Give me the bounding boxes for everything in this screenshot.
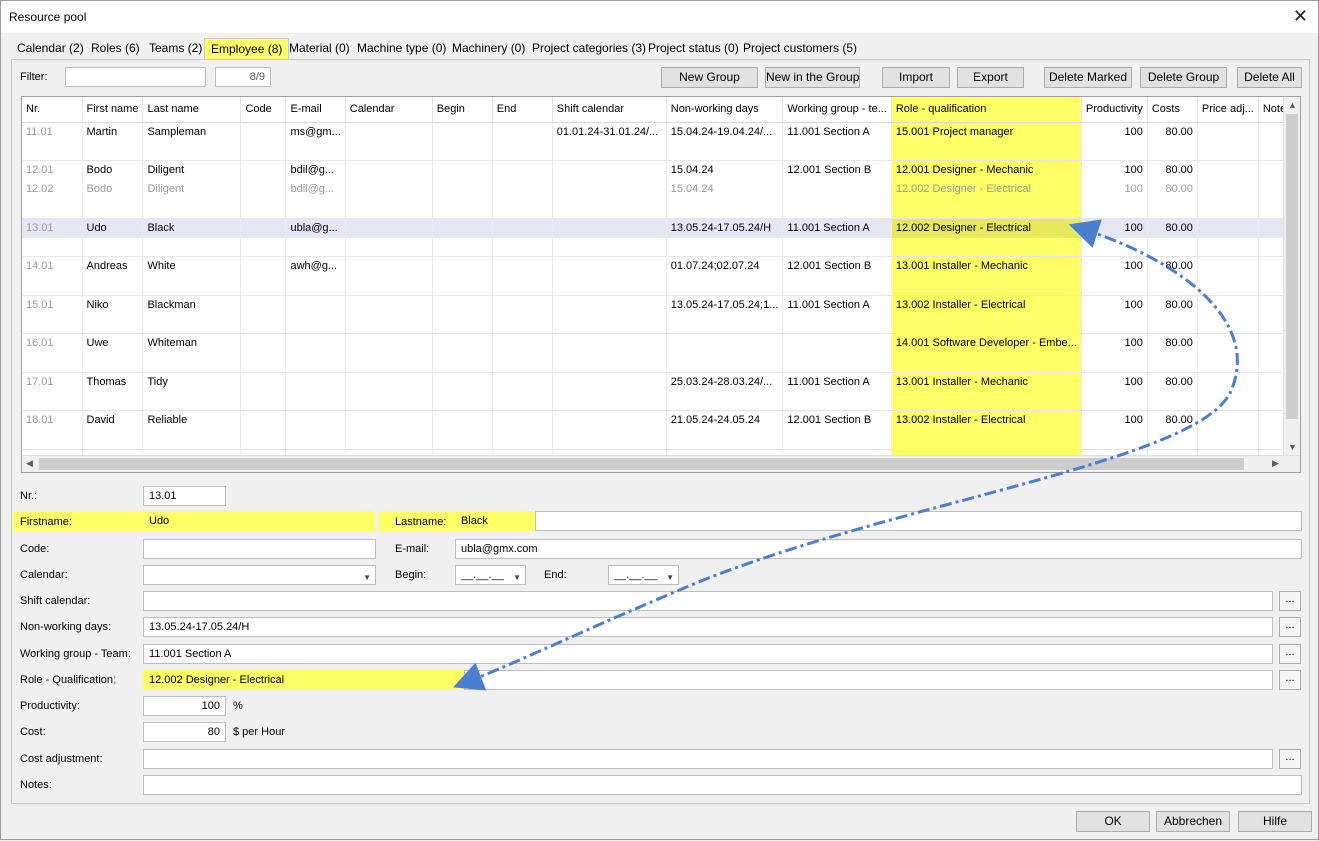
annotation-arrow: [453, 219, 1239, 691]
resource-pool-window: Resource pool ✕ Calendar (2) Roles (6) T…: [0, 0, 1319, 840]
